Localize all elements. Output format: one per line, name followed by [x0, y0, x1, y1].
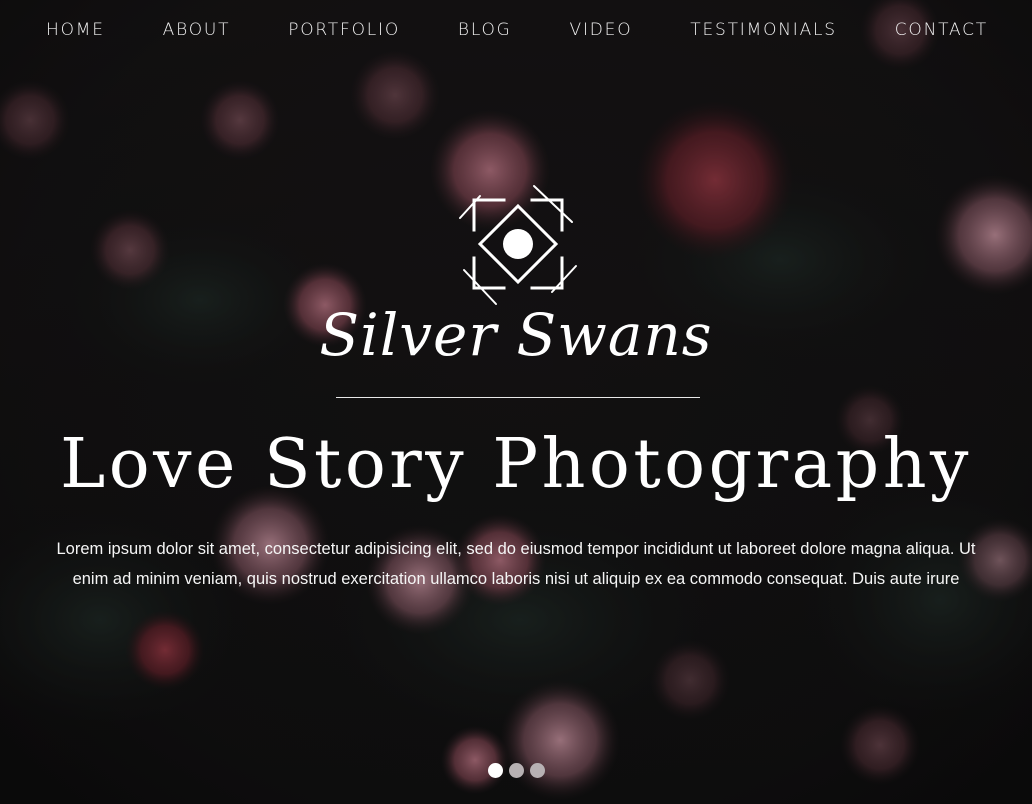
brand-name: Silver Swans: [319, 301, 713, 369]
divider-line: [336, 397, 700, 398]
nav-item-portfolio[interactable]: PORTFOLIO: [288, 20, 400, 40]
nav-item-testimonials[interactable]: TESTIMONIALS: [690, 20, 837, 40]
dark-overlay: [0, 0, 1032, 804]
nav-item-contact[interactable]: CONTACT: [895, 20, 988, 40]
main-nav: HOME ABOUT PORTFOLIO BLOG VIDEO TESTIMON…: [0, 0, 1032, 60]
camera-frame-logo-icon: [459, 185, 577, 305]
nav-item-home[interactable]: HOME: [46, 20, 105, 40]
nav-item-about[interactable]: ABOUT: [163, 20, 231, 40]
nav-item-blog[interactable]: BLOG: [458, 20, 512, 40]
nav-item-video[interactable]: VIDEO: [570, 20, 633, 40]
slider-dot-3[interactable]: [530, 763, 545, 778]
hero-description: Lorem ipsum dolor sit amet, consectetur …: [56, 540, 976, 588]
floral-background-image: [0, 0, 1032, 800]
slider-dot-1[interactable]: [488, 763, 503, 778]
hero-headline: Love Story Photography: [60, 425, 972, 504]
slider-dot-2[interactable]: [509, 763, 524, 778]
hero-section: HOME ABOUT PORTFOLIO BLOG VIDEO TESTIMON…: [0, 0, 1032, 804]
slider-pagination: [488, 763, 545, 778]
